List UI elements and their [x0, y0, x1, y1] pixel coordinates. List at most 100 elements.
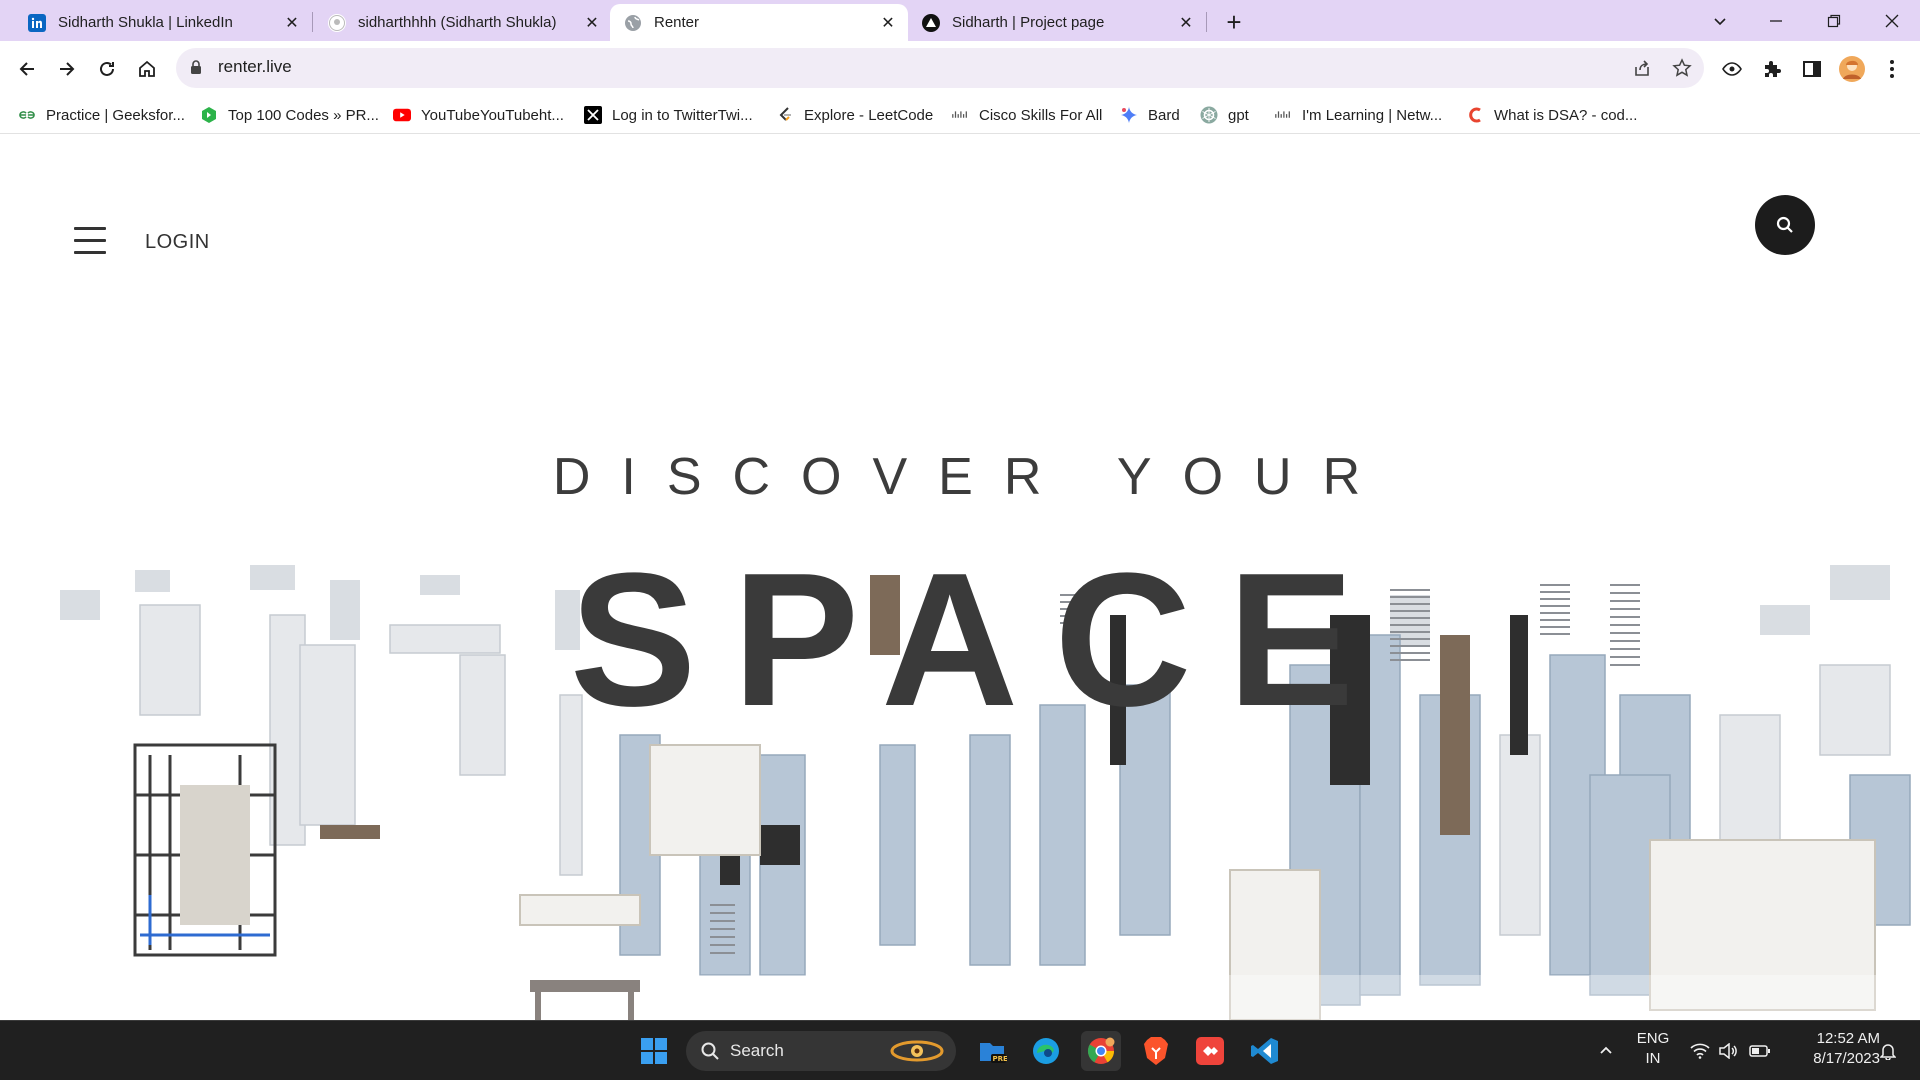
- tab-renter[interactable]: Renter ✕: [610, 4, 908, 41]
- share-icon[interactable]: [1630, 56, 1654, 80]
- browser-toolbar: renter.live: [0, 41, 1920, 96]
- hero-subtitle: DISCOVER YOUR: [552, 448, 1392, 506]
- tab-title: sidharthhhh (Sidharth Shukla): [358, 14, 557, 31]
- bookmark-leetcode[interactable]: Explore - LeetCode: [776, 104, 933, 126]
- tab-separator: [312, 12, 313, 32]
- tab-title: Renter: [654, 14, 700, 31]
- bookmark-label: Practice | Geeksfor...: [46, 106, 185, 124]
- brave-browser-icon[interactable]: [1136, 1031, 1176, 1071]
- search-icon: [1776, 216, 1793, 233]
- hamburger-menu-icon[interactable]: [74, 227, 106, 255]
- bookmark-coding-ninjas[interactable]: What is DSA? - cod...: [1466, 104, 1637, 126]
- search-button[interactable]: [1755, 195, 1815, 255]
- chrome-browser-icon[interactable]: [1081, 1031, 1121, 1071]
- bookmark-label: Bard: [1148, 106, 1180, 124]
- x-icon: [584, 106, 602, 124]
- region-code: IN: [1645, 1050, 1661, 1067]
- search-icon: [701, 1042, 719, 1060]
- tab-github[interactable]: sidharthhhh (Sidharth Shukla) ✕: [314, 4, 612, 41]
- bookmark-label: Top 100 Codes » PR...: [228, 106, 379, 124]
- taskbar-search-box[interactable]: Search: [686, 1031, 956, 1071]
- edge-browser-icon[interactable]: [1026, 1031, 1066, 1071]
- back-button[interactable]: [11, 53, 43, 85]
- bookmark-gpt[interactable]: gpt: [1200, 104, 1249, 126]
- bookmark-label: Explore - LeetCode: [804, 106, 934, 124]
- bookmark-label: What is DSA? - cod...: [1494, 106, 1638, 124]
- tab-project-page[interactable]: Sidharth | Project page ✕: [908, 4, 1206, 41]
- close-icon[interactable]: ✕: [282, 13, 302, 33]
- close-icon[interactable]: ✕: [1176, 13, 1196, 33]
- cisco-icon: [1274, 106, 1292, 124]
- side-panel-icon[interactable]: [1796, 53, 1828, 85]
- bookmark-label: Log in to TwitterTwi...: [612, 106, 753, 124]
- eye-extension-icon[interactable]: [1716, 53, 1748, 85]
- bookmark-label: I'm Learning | Netw...: [1302, 106, 1443, 124]
- close-window-button[interactable]: [1864, 0, 1920, 41]
- close-icon[interactable]: ✕: [878, 13, 898, 33]
- search-highlight-icon: [890, 1040, 944, 1062]
- tab-title: Sidharth Shukla | LinkedIn: [58, 14, 233, 31]
- bookmark-netacad[interactable]: I'm Learning | Netw...: [1274, 104, 1442, 126]
- home-button[interactable]: [131, 53, 163, 85]
- linkedin-icon: [28, 13, 46, 32]
- address-text[interactable]: renter.live: [218, 57, 292, 77]
- cisco-icon: [951, 106, 969, 124]
- bard-icon: [1120, 106, 1138, 124]
- windows-taskbar: Search PRE ENG IN 12:52 AM 8/17/2023: [0, 1020, 1920, 1080]
- restore-button[interactable]: [1806, 0, 1862, 41]
- leetcode-icon: [776, 106, 794, 124]
- bookmark-youtube[interactable]: YouTubeYouTubeht...: [393, 104, 564, 126]
- hexagon-icon: [200, 106, 218, 124]
- web-page: LOGIN DISCOVER YOUR SPACE: [0, 135, 1920, 1020]
- tab-linkedin[interactable]: Sidharth Shukla | LinkedIn ✕: [14, 4, 312, 41]
- new-tab-button[interactable]: +: [1220, 7, 1248, 37]
- windows-start-icon[interactable]: [634, 1031, 674, 1071]
- close-icon[interactable]: ✕: [582, 13, 602, 33]
- file-explorer-preview-icon[interactable]: PRE: [972, 1031, 1012, 1071]
- lock-icon[interactable]: [190, 60, 202, 80]
- globe-icon: [624, 14, 642, 32]
- bookmark-bard[interactable]: Bard: [1120, 104, 1180, 126]
- bookmark-twitter[interactable]: Log in to TwitterTwi...: [584, 104, 753, 126]
- login-link[interactable]: LOGIN: [145, 231, 210, 254]
- input-language-indicator[interactable]: ENG IN: [1628, 1029, 1678, 1069]
- clock-date: 8/17/2023: [1813, 1050, 1880, 1067]
- youtube-icon: [393, 106, 411, 124]
- extensions-puzzle-icon[interactable]: [1756, 53, 1788, 85]
- language-code: ENG: [1636, 1030, 1670, 1047]
- codingninjas-icon: [1466, 106, 1484, 124]
- bookmark-label: Cisco Skills For All: [979, 106, 1103, 124]
- tab-separator: [1206, 12, 1207, 32]
- bookmark-geeksforgeeks[interactable]: Practice | Geeksfor...: [18, 104, 185, 126]
- system-clock[interactable]: 12:52 AM 8/17/2023: [1780, 1029, 1880, 1069]
- taskbar-search-label: Search: [730, 1041, 784, 1060]
- clock-time: 12:52 AM: [1816, 1030, 1880, 1047]
- bookmark-top-100-codes[interactable]: Top 100 Codes » PR...: [200, 104, 379, 126]
- profile-avatar[interactable]: [1836, 53, 1868, 85]
- svg-text:PRE: PRE: [993, 1055, 1008, 1063]
- tray-chevron-icon[interactable]: [1594, 1021, 1618, 1081]
- vscode-icon[interactable]: [1245, 1031, 1285, 1071]
- tab-title: Sidharth | Project page: [952, 14, 1105, 31]
- bookmark-star-icon[interactable]: [1670, 56, 1694, 80]
- reload-button[interactable]: [91, 53, 123, 85]
- minimize-button[interactable]: [1748, 0, 1804, 41]
- tab-strip: Sidharth Shukla | LinkedIn ✕ sidharthhhh…: [0, 0, 1920, 41]
- hero-title: SPACE: [569, 534, 1391, 746]
- menu-kebab-icon[interactable]: [1876, 53, 1908, 85]
- bookmark-label: YouTubeYouTubeht...: [421, 106, 564, 124]
- battery-icon[interactable]: [1748, 1021, 1772, 1081]
- volume-icon[interactable]: [1716, 1021, 1740, 1081]
- forward-button[interactable]: [51, 53, 83, 85]
- wifi-icon[interactable]: [1688, 1021, 1712, 1081]
- tab-search-button[interactable]: [1692, 0, 1748, 41]
- anydesk-icon[interactable]: [1190, 1031, 1230, 1071]
- bookmarks-bar: Practice | Geeksfor... Top 100 Codes » P…: [0, 96, 1920, 134]
- notification-bell-icon[interactable]: [1876, 1021, 1900, 1081]
- geeksforgeeks-icon: [18, 106, 36, 124]
- bookmark-label: gpt: [1228, 106, 1249, 124]
- triangle-logo-icon: [922, 13, 940, 32]
- bookmark-cisco-skills[interactable]: Cisco Skills For All: [951, 104, 1102, 126]
- github-icon: [328, 13, 346, 32]
- address-bar[interactable]: renter.live: [176, 48, 1704, 88]
